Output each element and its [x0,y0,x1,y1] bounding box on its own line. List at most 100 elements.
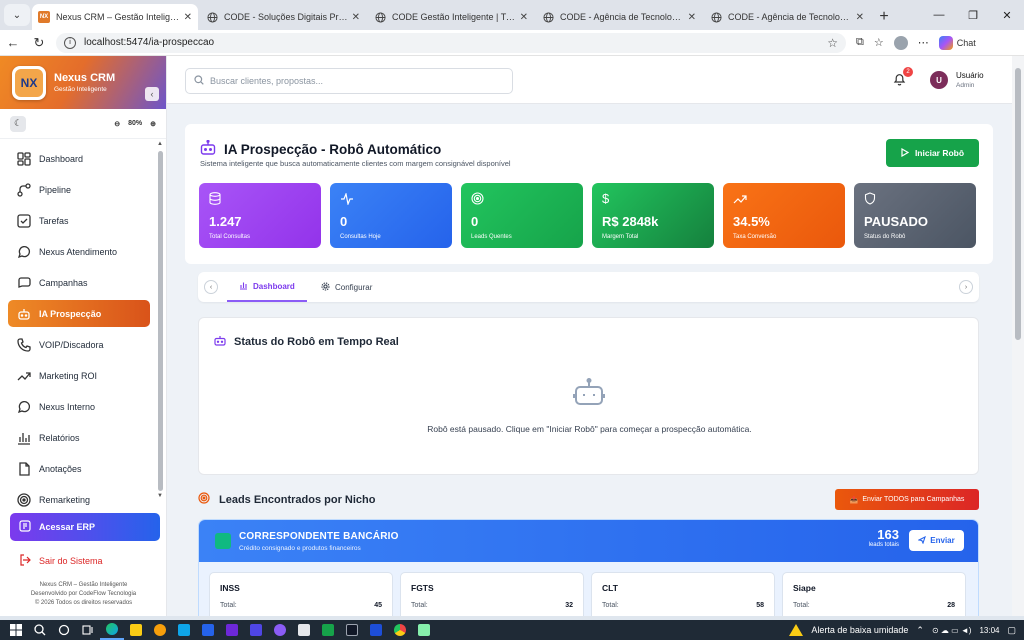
subniche-card-fgts[interactable]: FGTS Total: 32 [400,572,584,616]
sidebar-item-label: Tarefas [39,215,69,226]
close-tab-icon[interactable]: ✕ [184,12,192,23]
logout-button[interactable]: Sair do Sistema [10,549,160,573]
copilot-chat-button[interactable]: Chat [938,35,976,50]
cortana-icon[interactable] [52,620,76,640]
content-tabs: ‹ Dashboard Configurar › [198,272,979,302]
sidebar-item-pipeline[interactable]: Pipeline [8,176,150,203]
database-icon [209,192,311,206]
app-icon[interactable] [412,620,436,640]
dark-mode-toggle-icon[interactable]: ☾ [10,115,26,132]
sidebar-item-anotacoes[interactable]: Anotações [8,455,150,482]
browser-tab-1[interactable]: CODE - Soluções Digitais Profissio ✕ [200,4,366,30]
send-all-to-campaigns-button[interactable]: 📤 Enviar TODOS para Campanhas [835,489,979,510]
erp-button[interactable]: Acessar ERP [10,513,160,541]
star-icon[interactable]: ☆ [827,36,838,50]
close-window-icon[interactable]: ✕ [990,9,1024,22]
tabs-scroll-left-icon[interactable]: ‹ [204,280,218,294]
close-tab-icon[interactable]: ✕ [352,12,360,23]
subniche-title: Siape [793,583,816,593]
site-info-icon[interactable]: i [64,36,76,49]
sidebar-item-label: Nexus Atendimento [39,246,118,257]
sidebar-item-ia-prospeccao[interactable]: IA Prospecção [8,300,150,327]
sidebar-item-nexus-interno[interactable]: Nexus Interno [8,393,150,420]
back-arrow-icon[interactable]: ← [0,35,26,50]
profile-icon[interactable] [893,35,908,50]
tray-icons[interactable]: ⊙ ☁ ▭ ◄) [932,626,972,635]
tray-chevron-icon[interactable]: ⌃ [916,625,924,636]
sidebar-item-marketing-roi[interactable]: Marketing ROI [8,362,150,389]
zoom-in-icon[interactable]: ⊕ [150,120,156,128]
subniche-card-clt[interactable]: CLT Total: 58 [591,572,775,616]
tabs-scroll-right-icon[interactable]: › [959,280,973,294]
search-input[interactable]: Buscar clientes, propostas... [185,68,513,94]
start-robot-button[interactable]: Iniciar Robô [886,139,979,167]
send-niche-label: Enviar [930,536,955,545]
collapse-sidebar-button[interactable]: ‹ [145,87,159,101]
zoom-out-icon[interactable]: ⊖ [114,120,120,128]
maximize-icon[interactable]: ❐ [956,9,990,22]
windows-start-icon[interactable] [4,620,28,640]
sidebar-item-tarefas[interactable]: Tarefas [8,207,150,234]
tab-configurar[interactable]: Configurar [321,272,372,302]
app-icon[interactable] [220,620,244,640]
sidebar-scrollbar[interactable] [158,151,163,491]
vscode-icon[interactable] [196,620,220,640]
stat-value: 34.5% [733,214,770,229]
sidebar-item-nexus-atendimento[interactable]: Nexus Atendimento [8,238,150,265]
sidebar-item-dashboard[interactable]: Dashboard [8,145,150,172]
github-icon[interactable] [268,620,292,640]
browser-tab-0[interactable]: NX Nexus CRM – Gestão Inteligente ✕ [32,4,198,30]
trend-icon [733,192,835,206]
close-tab-icon[interactable]: ✕ [688,12,696,23]
task-view-icon[interactable] [76,620,100,640]
browser-tab-2[interactable]: CODE Gestão Inteligente | Transfo ✕ [368,4,534,30]
tab-actions-menu[interactable]: ⌄ [4,4,30,26]
sidebar-item-relatorios[interactable]: Relatórios [8,424,150,451]
nexus-favicon-icon: NX [38,11,50,23]
browser-tab-3[interactable]: CODE - Agência de Tecnologia Em ✕ [536,4,702,30]
extensions-icon[interactable]: ⧉ [856,36,864,49]
tab-dashboard[interactable]: Dashboard [227,272,307,302]
page-scrollbar-thumb[interactable] [1015,68,1021,340]
file-explorer-icon[interactable] [124,620,148,640]
scroll-up-arrow-icon[interactable]: ▲ [157,141,163,147]
close-tab-icon[interactable]: ✕ [520,12,528,23]
new-tab-button[interactable]: + [872,4,896,30]
shield-icon [864,192,966,206]
subniche-card-inss[interactable]: INSS Total: 45 [209,572,393,616]
stat-label: Taxa Conversão [733,234,777,240]
subniche-card-siape[interactable]: Siape Total: 28 [782,572,966,616]
notifications-icon[interactable]: ▢ [1007,625,1016,636]
app-icon[interactable] [244,620,268,640]
app-icon[interactable] [148,620,172,640]
user-name[interactable]: Usuário [956,71,984,80]
terminal-icon[interactable] [340,620,364,640]
chrome-icon[interactable] [388,620,412,640]
favorites-icon[interactable]: ☆ [874,36,884,49]
sidebar-item-voip[interactable]: VOIP/Discadora [8,331,150,358]
niche-count-value: 163 [877,527,899,542]
search-icon[interactable] [28,620,52,640]
app-icon[interactable] [316,620,340,640]
browser-tab-4[interactable]: CODE - Agência de Tecnologia Em ✕ [704,4,870,30]
reload-icon[interactable]: ↻ [26,35,52,51]
app-icon[interactable] [364,620,388,640]
url-field[interactable]: i localhost:5474/ia-prospeccao ☆ [56,32,846,53]
clock[interactable]: 13:04 [979,626,999,635]
more-menu-icon[interactable]: ⋯ [918,36,929,49]
minimize-icon[interactable]: — [922,9,956,21]
app-icon[interactable] [172,620,196,640]
scroll-down-arrow-icon[interactable]: ▼ [157,493,163,499]
stat-value: R$ 2848k [602,214,659,229]
subniche-title: INSS [220,583,240,593]
weather-alert-text[interactable]: Alerta de baixa umidade [811,625,908,635]
close-tab-icon[interactable]: ✕ [856,12,864,23]
send-niche-button[interactable]: Enviar [909,530,964,551]
sidebar-footer: Nexus CRM – Gestão Inteligente Desenvolv… [0,581,166,608]
avatar[interactable]: U [930,71,948,89]
edge-app-icon[interactable] [100,620,124,640]
sidebar-item-campanhas[interactable]: Campanhas [8,269,150,296]
sidebar-item-remarketing[interactable]: Remarketing [8,486,150,513]
globe-icon [206,11,218,23]
app-icon[interactable] [292,620,316,640]
